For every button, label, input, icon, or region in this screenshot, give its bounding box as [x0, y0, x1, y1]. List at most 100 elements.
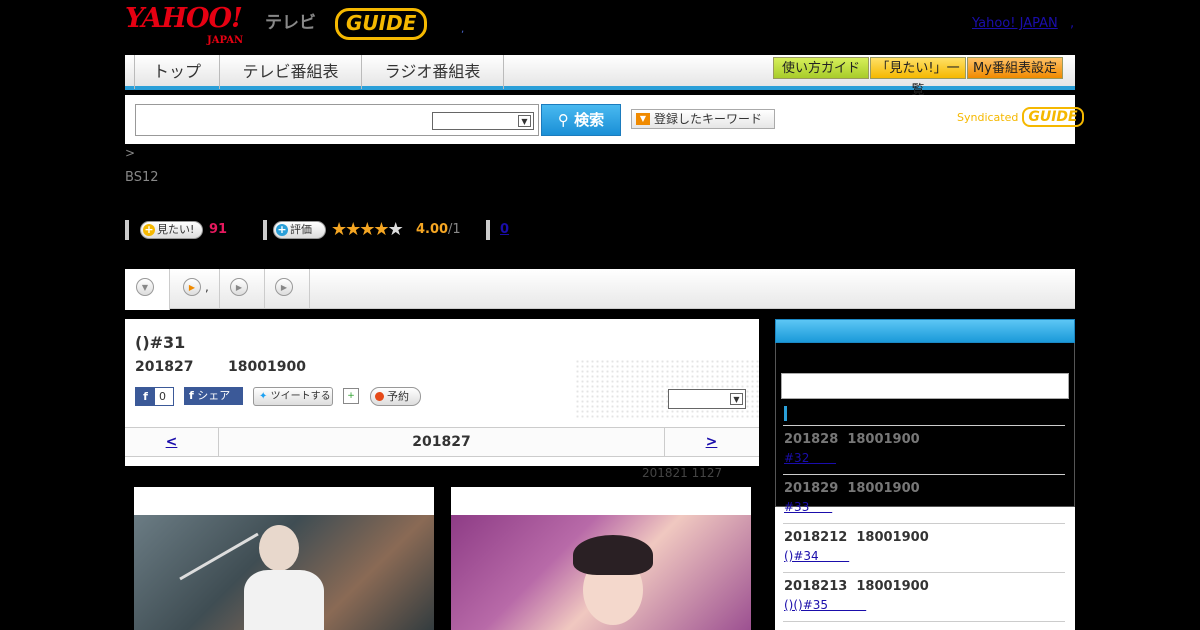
rating-stars: ★★★★★: [331, 219, 404, 240]
program-action-select[interactable]: ▼: [668, 389, 746, 409]
play-icon: ▶: [275, 278, 293, 296]
episode-item: 201828 18001900 #32: [783, 425, 1065, 474]
chevron-down-icon: ▼: [730, 393, 743, 405]
facebook-like-count: 0: [159, 390, 166, 403]
yahoo-logo[interactable]: YAHOO! JAPAN: [125, 5, 243, 46]
tab-third[interactable]: ▶: [220, 269, 265, 309]
star-filled-icon: ★: [331, 219, 347, 240]
facebook-share-label: シェア: [197, 389, 231, 402]
plus-icon: +: [143, 223, 155, 236]
tab-second-label: ,: [205, 280, 209, 294]
program-title: ()#31: [135, 333, 186, 352]
header-link-comma: ,: [1070, 16, 1075, 31]
star-empty-icon: ★: [387, 219, 404, 240]
program-stats: + 見たい! 91 + 評価 ★★★★★ 4.00 /1 0: [125, 219, 625, 240]
divider: [486, 220, 490, 240]
photo-image: [134, 515, 434, 630]
gguide-logo[interactable]: GUIDE: [335, 8, 428, 40]
mitai-count: 91: [209, 222, 228, 237]
saved-keywords-button[interactable]: ▼ 登録したキーワード: [631, 109, 775, 129]
main-nav: トップ テレビ番組表 ラジオ番組表 使い方ガイド 「見たい!」一覧 My番組表設…: [125, 55, 1075, 98]
episode-item: 201829 18001900 #33: [783, 474, 1065, 523]
star-filled-icon: ★: [373, 219, 389, 240]
episode-date: 2018212 18001900: [784, 530, 929, 545]
pager-date: 201827: [412, 434, 471, 450]
nav-tab-top[interactable]: トップ: [134, 55, 220, 89]
search-bar: ▼ ⚲ 検索 ▼ 登録したキーワード Syndicated GUIDE: [125, 95, 1084, 144]
rate-button[interactable]: + 評価: [273, 221, 326, 239]
divider: [263, 220, 267, 240]
program-photo[interactable]: [134, 487, 434, 630]
photo-image: [451, 515, 751, 630]
syndicated-logo-text: GUIDE: [1022, 107, 1084, 127]
facebook-like-button[interactable]: f0: [135, 387, 174, 406]
channel-name: BS12: [125, 170, 159, 185]
chevron-down-icon: ▼: [518, 115, 531, 127]
twitter-bird-icon: ✦: [259, 391, 268, 402]
reserve-button[interactable]: 予約: [370, 387, 421, 406]
nav-tab-radio-schedule[interactable]: ラジオ番組表: [362, 55, 504, 89]
divider: [125, 220, 129, 240]
episode-pager: < 201827 >: [125, 427, 759, 457]
rating-value: 4.00: [416, 222, 449, 237]
section-marker: [784, 406, 787, 421]
syndicated-text: Syndicated: [957, 111, 1019, 124]
program-detail-card: ()#31 201827 18001900 f0 f シェア ✦ ツイートする …: [125, 319, 759, 466]
yahoo-japan-link[interactable]: Yahoo! JAPAN: [972, 16, 1058, 31]
episode-date: 201829 18001900: [784, 481, 920, 496]
photo-figure: [573, 535, 653, 575]
chevron-down-icon: ▼: [136, 278, 154, 296]
program-tabs: ▼ ▶ , ▶ ▶: [125, 269, 1075, 310]
facebook-icon: f: [136, 388, 155, 405]
star-filled-icon: ★: [359, 219, 375, 240]
plus-icon: +: [276, 223, 288, 236]
episode-item: 2018212 18001900 ()#34: [783, 523, 1065, 572]
record-dot-icon: [375, 392, 384, 401]
dropdown-arrow-icon: ▼: [636, 113, 650, 125]
tweet-button[interactable]: ✦ ツイートする: [253, 387, 333, 406]
sidebar-header: [775, 319, 1075, 343]
episode-date: 201828 18001900: [784, 432, 920, 447]
facebook-icon: f: [189, 389, 194, 402]
play-icon: ▶: [183, 278, 201, 296]
review-count-link[interactable]: 0: [500, 222, 509, 237]
calendar-add-icon[interactable]: +: [343, 388, 359, 404]
previous-episode-link[interactable]: <: [125, 428, 219, 457]
rating-max: /1: [448, 222, 461, 237]
next-episode-link[interactable]: >: [664, 428, 758, 457]
syndicated-gguide-logo: Syndicated GUIDE: [957, 107, 1084, 127]
broadcast-note: 201821 1127: [642, 466, 723, 480]
episode-item: 2018213 18001900 ()()#35: [783, 572, 1065, 621]
sword-shape: [179, 532, 259, 581]
episode-link[interactable]: ()#34: [784, 549, 849, 563]
sidebar-search-input[interactable]: [781, 373, 1069, 399]
header-separator: ,: [461, 24, 465, 35]
search-button[interactable]: ⚲ 検索: [541, 104, 621, 136]
photo-figure: [244, 570, 324, 630]
tab-detail[interactable]: ▼: [125, 269, 170, 310]
episode-link[interactable]: #32: [784, 451, 836, 465]
tv-logo: テレビ: [265, 13, 316, 33]
my-schedule-settings-button[interactable]: My番組表設定: [967, 57, 1063, 79]
mitai-label: 見たい!: [157, 223, 195, 236]
program-photo[interactable]: [451, 487, 751, 630]
tab-second[interactable]: ▶ ,: [170, 269, 220, 309]
photo-figure: [259, 525, 299, 571]
program-time: 18001900: [228, 359, 306, 375]
episode-divider: [783, 621, 1065, 630]
usage-guide-button[interactable]: 使い方ガイド: [773, 57, 869, 79]
breadcrumb: >: [125, 146, 136, 160]
search-category-select[interactable]: ▼: [432, 112, 534, 130]
sidebar: 201828 18001900 #32 201829 18001900 #33 …: [775, 319, 1075, 630]
mitai-list-button[interactable]: 「見たい!」一覧: [870, 57, 966, 98]
star-filled-icon: ★: [345, 219, 361, 240]
rate-label: 評価: [290, 223, 312, 236]
episode-link[interactable]: ()()#35: [784, 598, 866, 612]
nav-tab-tv-schedule[interactable]: テレビ番組表: [220, 55, 362, 89]
facebook-share-button[interactable]: f シェア: [184, 387, 243, 405]
yahoo-logo-japan: JAPAN: [207, 35, 244, 46]
mitai-button[interactable]: + 見たい!: [140, 221, 203, 239]
tweet-label: ツイートする: [270, 391, 331, 402]
tab-fourth[interactable]: ▶: [265, 269, 310, 309]
episode-link[interactable]: #33: [784, 500, 832, 514]
